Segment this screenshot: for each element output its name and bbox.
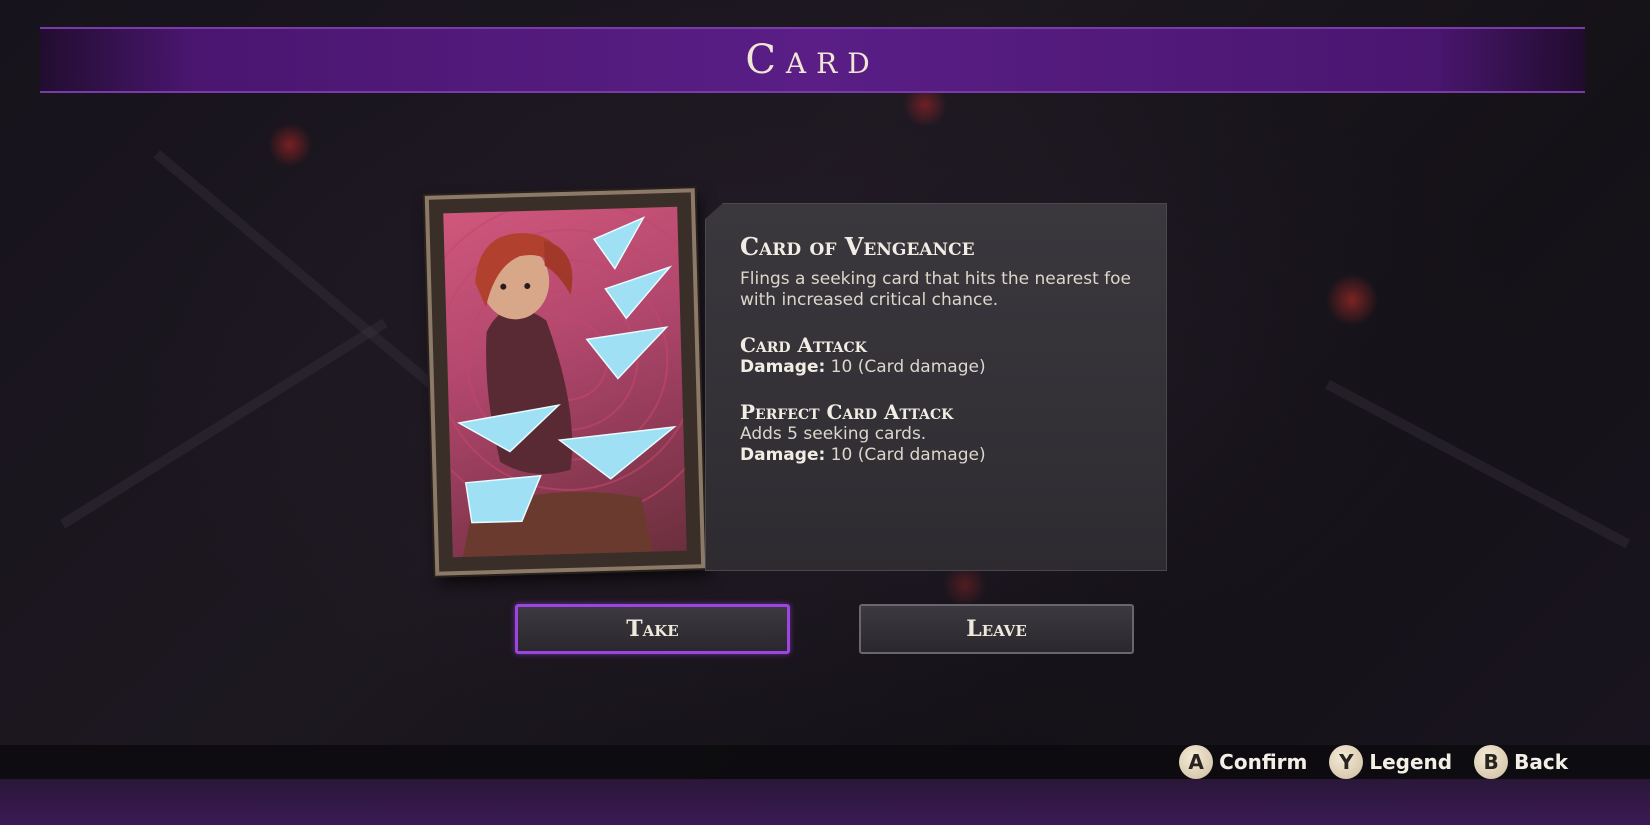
attack-name: Card Attack [740,333,867,357]
bottom-glow [0,779,1650,825]
take-button[interactable]: Take [515,604,790,654]
card-info-panel: Card of Vengeance Flings a seeking card … [705,203,1167,571]
y-button-icon: Y [1329,745,1364,779]
damage-label: Damage: [740,445,826,465]
b-button-icon: B [1474,745,1509,779]
card-image-frame [424,188,706,576]
hint-legend[interactable]: Y Legend [1329,745,1452,779]
card-art-svg [443,206,687,557]
page-title: Card [745,37,880,83]
damage-line: Damage: 10 (Card damage) [740,445,1132,466]
leave-button[interactable]: Leave [859,604,1134,654]
floor-line [1325,380,1631,549]
card-description: Flings a seeking card that hits the near… [740,269,1131,310]
controller-hints: A Confirm Y Legend B Back [1179,742,1568,782]
hint-label: Back [1514,750,1568,774]
attack-note: Adds 5 seeking cards. [740,424,927,444]
damage-label: Damage: [740,357,826,377]
damage-value: 10 (Card damage) [825,357,986,377]
damage-value: 10 (Card damage) [825,445,986,465]
card-illustration [443,206,687,558]
title-bar: Card [40,27,1585,93]
attack-section-card-attack: Card Attack Damage: 10 (Card damage) [740,333,1132,378]
a-button-icon: A [1179,745,1214,779]
hint-label: Legend [1369,750,1453,774]
card-name: Card of Vengeance [740,232,975,261]
damage-line: Damage: 10 (Card damage) [740,357,1132,378]
game-scene: Card Card of Vengeance Flings a seeking … [0,0,1650,825]
hint-back[interactable]: B Back [1474,745,1568,779]
hint-confirm[interactable]: A Confirm [1179,745,1307,779]
hint-label: Confirm [1219,750,1308,774]
attack-name: Perfect Card Attack [740,400,954,424]
floor-line [60,318,388,529]
attack-section-perfect-card-attack: Perfect Card Attack Adds 5 seeking cards… [740,400,1132,466]
